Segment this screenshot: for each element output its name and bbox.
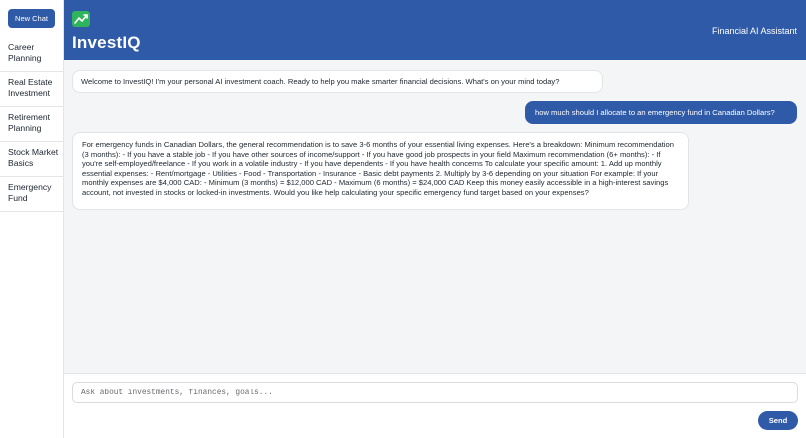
sidebar-item-emergency-fund[interactable]: Emergency Fund [0,177,63,212]
new-chat-button[interactable]: New Chat [8,9,55,28]
user-message: how much should I allocate to an emergen… [525,101,797,124]
chart-trend-icon [72,11,90,27]
sidebar-nav: Career Planning Real Estate Investment R… [0,37,63,212]
assistant-message: Welcome to InvestIQ! I'm your personal A… [72,70,603,93]
send-button[interactable]: Send [758,411,798,430]
sidebar-item-real-estate-investment[interactable]: Real Estate Investment [0,72,63,107]
chat-input[interactable] [72,382,798,403]
app-header: InvestIQ Financial AI Assistant [64,0,806,60]
brand-title: InvestIQ [72,33,141,52]
sidebar-item-career-planning[interactable]: Career Planning [0,37,63,72]
sidebar-item-retirement-planning[interactable]: Retirement Planning [0,107,63,142]
chat-thread: Welcome to InvestIQ! I'm your personal A… [64,60,806,373]
header-subtitle: Financial AI Assistant [711,26,797,36]
sidebar: New Chat Career Planning Real Estate Inv… [0,0,64,438]
sidebar-item-stock-market-basics[interactable]: Stock Market Basics [0,142,63,177]
composer: Send [64,373,806,438]
assistant-message: For emergency funds in Canadian Dollars,… [72,132,689,210]
